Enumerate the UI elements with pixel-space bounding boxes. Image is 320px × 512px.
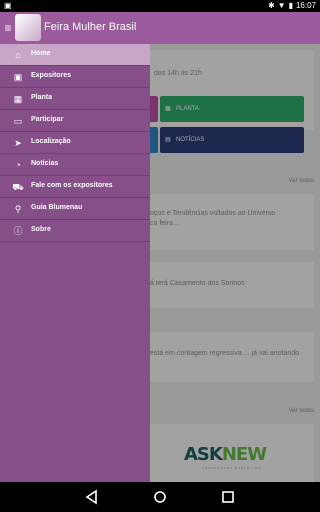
- navigation-drawer: ⌂ Home ▣ Expositores ▦ Planta ▭ Particip…: [0, 44, 150, 482]
- search-icon: ⚲: [14, 204, 22, 214]
- drawer-item-noticias[interactable]: ◔ Notícias: [0, 154, 150, 176]
- drawer-item-fale-expositores[interactable]: ⛟ Fale com os expositores: [0, 176, 150, 198]
- rss-icon: ◔: [15, 160, 21, 170]
- home-nav-icon[interactable]: [152, 489, 168, 505]
- drawer-item-home[interactable]: ⌂ Home: [0, 44, 150, 66]
- map-icon: ▦: [13, 94, 23, 104]
- info-icon: ⓘ: [13, 226, 23, 236]
- app-title: Feira Mulher Brasil: [44, 21, 137, 33]
- app-bar: ≡ Feira Mulher Brasil: [0, 12, 320, 44]
- drawer-item-guia-blumenau[interactable]: ⚲ Guia Blumenau: [0, 198, 150, 220]
- id-card-icon: ▭: [13, 116, 23, 126]
- notification-icon: ▣: [4, 1, 12, 10]
- cart-icon: ⛟: [12, 182, 24, 192]
- bluetooth-icon: ✱: [267, 1, 275, 10]
- store-icon: ▣: [13, 72, 23, 82]
- drawer-item-expositores[interactable]: ▣ Expositores: [0, 66, 150, 88]
- menu-icon[interactable]: ≡: [2, 19, 14, 37]
- wifi-icon: ▼: [277, 1, 286, 10]
- clock: 16:07: [295, 1, 316, 10]
- app-logo: [15, 14, 41, 41]
- location-arrow-icon: ➤: [14, 138, 22, 148]
- drawer-item-planta[interactable]: ▦ Planta: [0, 88, 150, 110]
- drawer-item-sobre[interactable]: ⓘ Sobre: [0, 220, 150, 242]
- battery-icon: ▮: [288, 1, 293, 10]
- recents-icon[interactable]: [220, 489, 236, 505]
- home-icon: ⌂: [15, 50, 21, 60]
- drawer-item-participar[interactable]: ▭ Participar: [0, 110, 150, 132]
- system-nav-bar: [0, 482, 320, 512]
- status-bar: ▣ ✱ ▼ ▮ 16:07: [0, 0, 320, 12]
- back-icon[interactable]: [84, 489, 100, 505]
- drawer-item-localizacao[interactable]: ➤ Localização: [0, 132, 150, 154]
